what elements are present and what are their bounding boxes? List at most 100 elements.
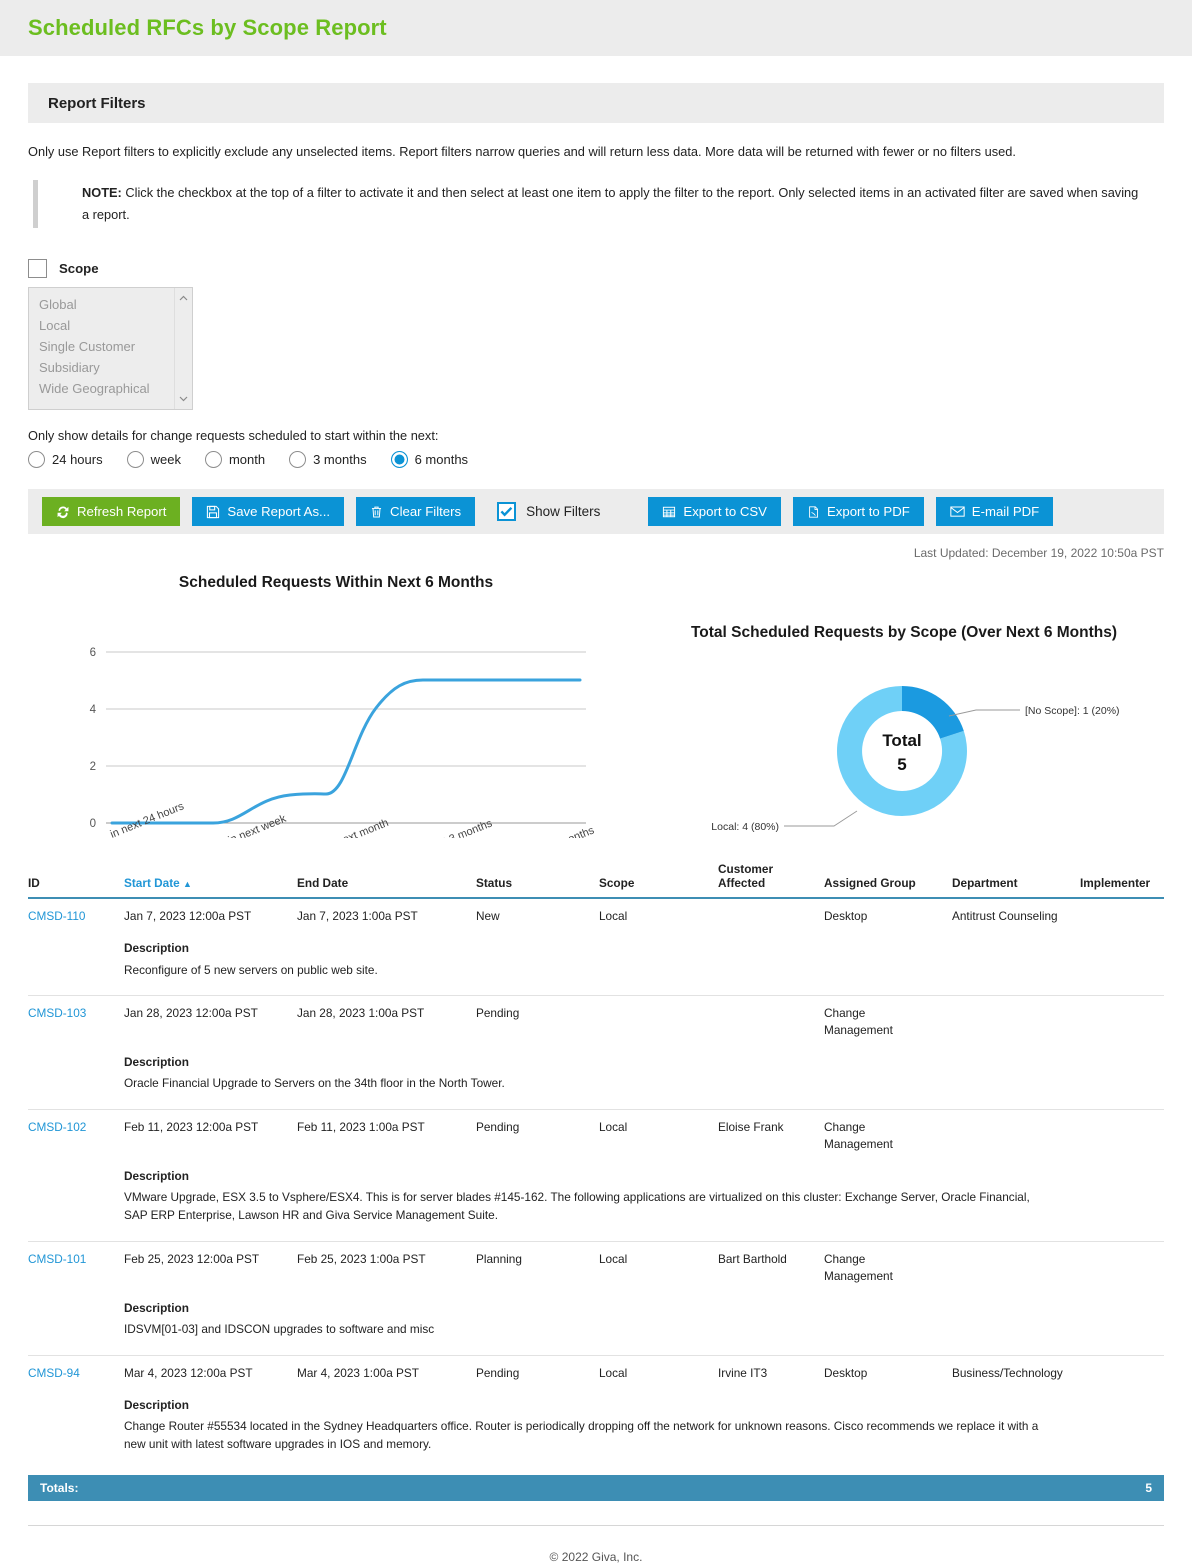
table-description-row: Description Reconfigure of 5 new servers… xyxy=(28,927,1164,997)
chevron-down-icon[interactable] xyxy=(178,393,189,404)
description-text: VMware Upgrade, ESX 3.5 to Vsphere/ESX4.… xyxy=(124,1190,1030,1223)
column-header-customer-affected[interactable]: Customer Affected xyxy=(718,862,824,898)
table-description-row: Description Oracle Financial Upgrade to … xyxy=(28,1041,1164,1111)
donut-label-no-scope: [No Scope]: 1 (20%) xyxy=(1025,705,1120,717)
scope-options-listbox[interactable]: Global Local Single Customer Subsidiary … xyxy=(28,287,193,411)
rfc-id-link[interactable]: CMSD-101 xyxy=(28,1252,86,1266)
radio-icon[interactable] xyxy=(204,451,222,469)
table-row: CMSD-102 Feb 11, 2023 12:00a PST Feb 11,… xyxy=(28,1110,1164,1156)
show-filters-label: Show Filters xyxy=(526,504,601,520)
scope-filter-label: Scope xyxy=(59,261,99,277)
page-title: Scheduled RFCs by Scope Report xyxy=(28,15,387,40)
timeframe-option-label: 3 months xyxy=(313,452,367,468)
rfc-id-link[interactable]: CMSD-110 xyxy=(28,909,85,923)
scope-option[interactable]: Local xyxy=(29,315,192,336)
clear-filters-label: Clear Filters xyxy=(390,504,462,520)
description-label: Description xyxy=(124,941,189,956)
cell-customer-affected: Eloise Frank xyxy=(718,1120,784,1135)
assigned-group-wrap: Change Management xyxy=(824,1006,893,1038)
cell-id: CMSD-94 xyxy=(28,1355,124,1384)
export-to-pdf-label: Export to PDF xyxy=(826,504,910,520)
y-tick-4: 4 xyxy=(90,704,97,716)
save-report-as-button[interactable]: Save Report As... xyxy=(192,497,345,527)
timeframe-option-6-months[interactable]: 6 months xyxy=(390,451,468,469)
timeframe-option-24-hours[interactable]: 24 hours xyxy=(28,451,103,469)
x-tick-label: in next month xyxy=(325,817,391,838)
timeframe-radio-group[interactable]: 24 hours week month 3 months 6 months xyxy=(28,451,1164,469)
chevron-up-icon[interactable] xyxy=(178,293,189,304)
radio-icon[interactable] xyxy=(28,451,45,469)
column-header-start-date[interactable]: Start Date ▲ xyxy=(124,862,297,898)
cell-status: Pending xyxy=(476,1365,520,1380)
pdf-file-icon xyxy=(807,505,820,519)
table-row: CMSD-103 Jan 28, 2023 12:00a PST Jan 28,… xyxy=(28,996,1164,1042)
rfc-id-link[interactable]: CMSD-94 xyxy=(28,1366,80,1380)
column-header-id[interactable]: ID xyxy=(28,862,124,898)
charts-area: Scheduled Requests Within Next 6 Months … xyxy=(28,574,1164,866)
page-header: Scheduled RFCs by Scope Report xyxy=(0,0,1192,56)
cell-department xyxy=(952,996,1080,1042)
filters-note-block: NOTE: Click the checkbox at the top of a… xyxy=(33,179,1164,229)
cell-status: Pending xyxy=(476,1006,520,1021)
cell-assigned-group: Change Management xyxy=(824,1110,952,1156)
line-chart-container: Scheduled Requests Within Next 6 Months … xyxy=(28,574,644,866)
column-header-end-date[interactable]: End Date xyxy=(297,862,476,898)
scope-filter-checkbox[interactable] xyxy=(28,259,47,279)
timeframe-option-3-months[interactable]: 3 months xyxy=(289,451,367,469)
cell-scope: Local xyxy=(599,909,628,924)
cell-status: Pending xyxy=(476,1120,520,1135)
cell-scope: Local xyxy=(599,1251,628,1266)
radio-icon[interactable] xyxy=(126,451,144,469)
email-pdf-label: E-mail PDF xyxy=(971,504,1040,520)
timeframe-option-week[interactable]: week xyxy=(126,451,181,469)
show-filters-toggle[interactable]: Show Filters xyxy=(497,502,601,522)
scope-filter-toggle-row[interactable]: Scope xyxy=(28,259,1164,279)
export-to-csv-button[interactable]: Export to CSV xyxy=(648,497,781,527)
scope-option[interactable]: Subsidiary xyxy=(29,357,192,378)
column-header-status[interactable]: Status xyxy=(476,862,599,898)
x-tick-label: in next 3 months xyxy=(415,818,495,839)
refresh-report-button[interactable]: Refresh Report xyxy=(42,497,181,527)
clear-filters-button[interactable]: Clear Filters xyxy=(356,497,476,527)
column-header-scope[interactable]: Scope xyxy=(599,862,718,898)
cell-start-date: Mar 4, 2023 12:00a PST xyxy=(124,1365,253,1380)
cell-assigned-group: Change Management xyxy=(824,996,952,1042)
cell-implementer xyxy=(1080,996,1164,1042)
scope-option[interactable]: Global xyxy=(29,294,192,315)
scope-option[interactable]: Wide Geographical xyxy=(29,378,192,399)
description-text: Reconfigure of 5 new servers on public w… xyxy=(124,962,378,977)
donut-chart-title: Total Scheduled Requests by Scope (Over … xyxy=(690,624,1118,642)
scope-listbox-scrollbar[interactable] xyxy=(174,288,192,410)
export-to-pdf-button[interactable]: Export to PDF xyxy=(792,497,924,527)
cell-end-date: Jan 7, 2023 1:00a PST xyxy=(297,909,418,924)
scope-option[interactable]: Single Customer xyxy=(29,336,192,357)
column-header-department[interactable]: Department xyxy=(952,862,1080,898)
save-report-as-label: Save Report As... xyxy=(227,504,331,520)
x-tick-label: in next 6 months xyxy=(517,825,597,839)
cell-implementer xyxy=(1080,1110,1164,1156)
rfc-id-link[interactable]: CMSD-102 xyxy=(28,1120,86,1134)
radio-icon[interactable] xyxy=(289,451,307,469)
timeframe-prompt: Only show details for change requests sc… xyxy=(28,428,439,444)
donut-callout-line-local xyxy=(784,810,858,827)
column-header-assigned-group[interactable]: Assigned Group xyxy=(824,862,952,898)
cell-scope xyxy=(599,996,718,1042)
cell-start-date: Jan 28, 2023 12:00a PST xyxy=(124,1006,258,1021)
show-filters-checkbox[interactable] xyxy=(497,502,517,522)
table-description-row: Description Change Router #55534 located… xyxy=(28,1384,1164,1469)
donut-chart-container: Total Scheduled Requests by Scope (Over … xyxy=(644,574,1164,844)
timeframe-option-month[interactable]: month xyxy=(204,451,265,469)
rfc-id-link[interactable]: CMSD-103 xyxy=(28,1006,86,1020)
trash-icon xyxy=(370,505,383,519)
cell-end-date: Mar 4, 2023 1:00a PST xyxy=(297,1365,419,1380)
cell-start-date: Feb 11, 2023 12:00a PST xyxy=(124,1120,259,1135)
donut-label-local: Local: 4 (80%) xyxy=(711,821,779,833)
description-text: Change Router #55534 located in the Sydn… xyxy=(124,1418,1039,1451)
cell-assigned-group: Change Management xyxy=(824,1241,952,1287)
column-header-implementer[interactable]: Implementer xyxy=(1080,862,1164,898)
table-row: CMSD-101 Feb 25, 2023 12:00a PST Feb 25,… xyxy=(28,1241,1164,1287)
radio-icon-selected[interactable] xyxy=(390,451,408,469)
email-pdf-button[interactable]: E-mail PDF xyxy=(935,497,1054,527)
cell-id: CMSD-110 xyxy=(28,898,124,927)
column-header-start-date-label: Start Date xyxy=(124,876,180,891)
